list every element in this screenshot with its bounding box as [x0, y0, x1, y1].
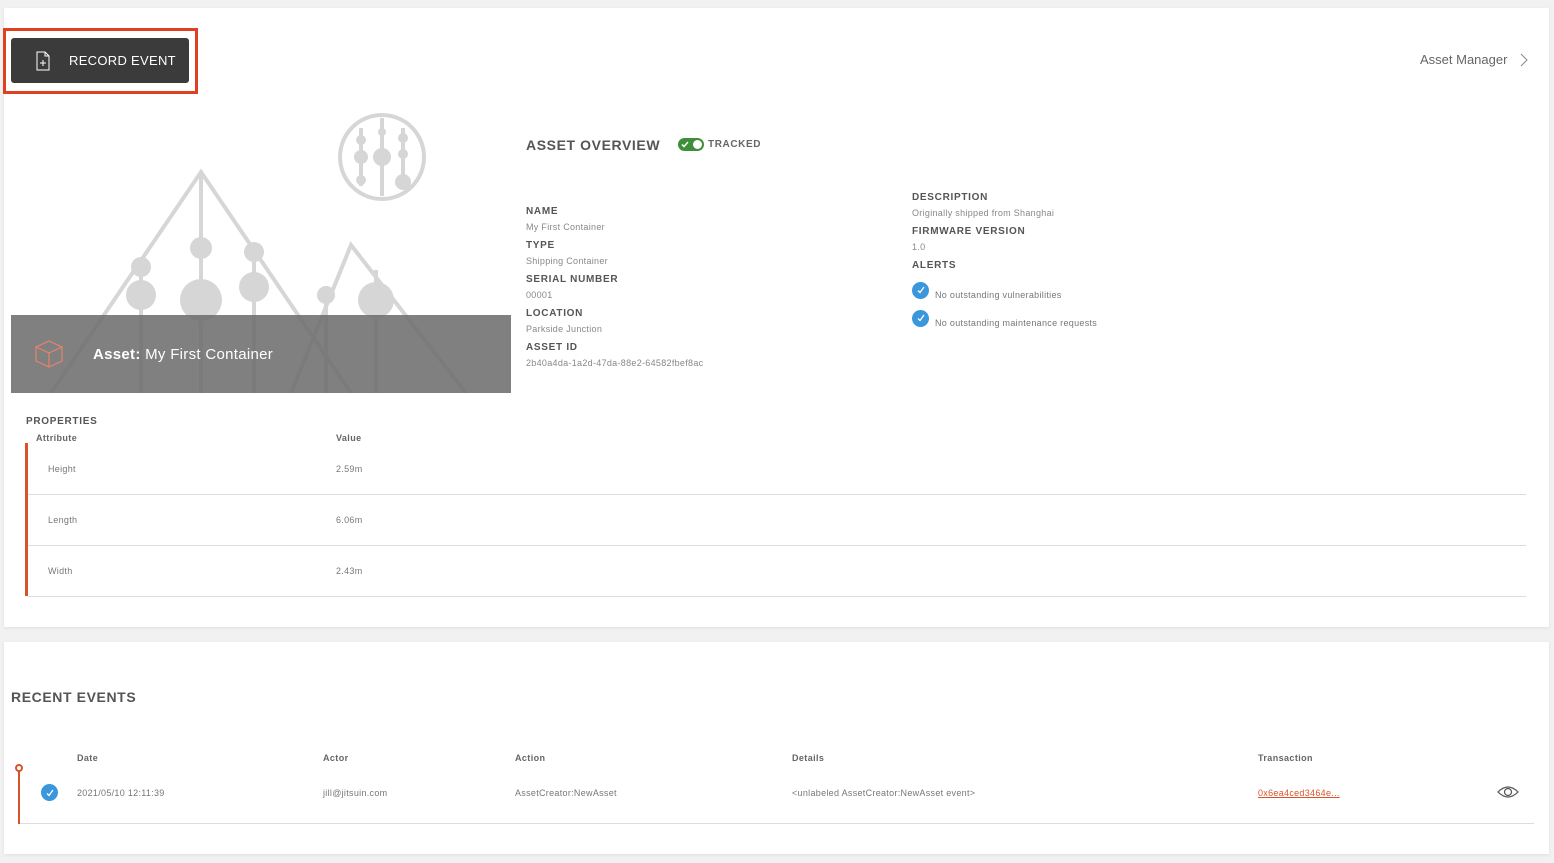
asset-id-label: ASSET ID	[526, 342, 578, 353]
table-row: Width 2.43m	[28, 546, 1526, 597]
event-action: AssetCreator:NewAsset	[515, 788, 617, 798]
asset-banner-prefix: Asset:	[93, 345, 141, 363]
check-icon	[681, 141, 689, 148]
check-circle-icon	[41, 784, 58, 801]
events-header-date: Date	[77, 753, 99, 763]
event-transaction-link[interactable]: 0x6ea4ced3464e...	[1258, 788, 1340, 798]
check-circle-icon	[912, 281, 929, 299]
properties-title: PROPERTIES	[26, 416, 98, 427]
breadcrumb-label: Asset Manager	[1420, 52, 1508, 67]
alert-text: No outstanding maintenance requests	[935, 318, 1098, 328]
serial-number-value: 00001	[526, 290, 553, 300]
properties-header-value: Value	[336, 433, 362, 443]
property-value: 2.59m	[336, 464, 363, 474]
firmware-version-value: 1.0	[912, 242, 926, 252]
events-header-action: Action	[515, 753, 546, 763]
cube-icon	[35, 340, 63, 368]
toggle-knob	[693, 140, 702, 149]
firmware-version-label: FIRMWARE VERSION	[912, 226, 1026, 237]
type-value: Shipping Container	[526, 256, 608, 266]
add-document-icon	[36, 51, 50, 70]
asset-name-banner: Asset: My First Container	[11, 315, 511, 393]
property-value: 2.43m	[336, 566, 363, 576]
asset-id-value: 2b40a4da-1a2d-47da-88e2-64582fbef8ac	[526, 358, 704, 368]
alert-text: No outstanding vulnerabilities	[935, 290, 1062, 300]
alert-item: No outstanding maintenance requests	[912, 308, 1097, 328]
check-circle-icon	[912, 309, 929, 327]
event-date: 2021/05/10 12:11:39	[77, 788, 165, 798]
events-header-details: Details	[792, 753, 825, 763]
location-value: Parkside Junction	[526, 324, 603, 334]
timeline-dot	[15, 764, 23, 772]
event-actor: jill@jitsuin.com	[323, 788, 388, 798]
property-value: 6.06m	[336, 515, 363, 525]
table-row: Height 2.59m	[28, 444, 1526, 495]
asset-overview-title: ASSET OVERVIEW	[526, 137, 661, 153]
asset-banner-title: Asset: My First Container	[93, 346, 273, 363]
recent-events-title: RECENT EVENTS	[11, 689, 137, 705]
properties-header-attribute: Attribute	[36, 433, 78, 443]
description-value: Originally shipped from Shanghai	[912, 208, 1055, 218]
name-label: NAME	[526, 206, 559, 217]
alert-item: No outstanding vulnerabilities	[912, 280, 1062, 300]
record-event-button[interactable]: RECORD EVENT	[11, 38, 189, 83]
property-attribute: Length	[48, 515, 78, 525]
description-label: DESCRIPTION	[912, 192, 989, 203]
table-row-divider	[20, 823, 1534, 824]
record-event-label: RECORD EVENT	[69, 53, 176, 68]
events-header-transaction: Transaction	[1258, 753, 1313, 763]
eye-icon[interactable]	[1497, 785, 1519, 799]
tracked-label: TRACKED	[708, 139, 762, 150]
alerts-label: ALERTS	[912, 260, 957, 271]
property-attribute: Width	[48, 566, 73, 576]
event-details: <unlabeled AssetCreator:NewAsset event>	[792, 788, 976, 798]
events-header-actor: Actor	[323, 753, 349, 763]
type-label: TYPE	[526, 240, 555, 251]
name-value: My First Container	[526, 222, 605, 232]
property-attribute: Height	[48, 464, 76, 474]
timeline-line	[18, 769, 20, 824]
chevron-right-icon	[1521, 53, 1529, 66]
tracked-toggle[interactable]	[678, 138, 704, 151]
serial-number-label: SERIAL NUMBER	[526, 274, 619, 285]
breadcrumb[interactable]: Asset Manager	[1420, 52, 1531, 67]
asset-banner-name: My First Container	[145, 345, 274, 363]
table-row: Length 6.06m	[28, 495, 1526, 546]
location-label: LOCATION	[526, 308, 584, 319]
